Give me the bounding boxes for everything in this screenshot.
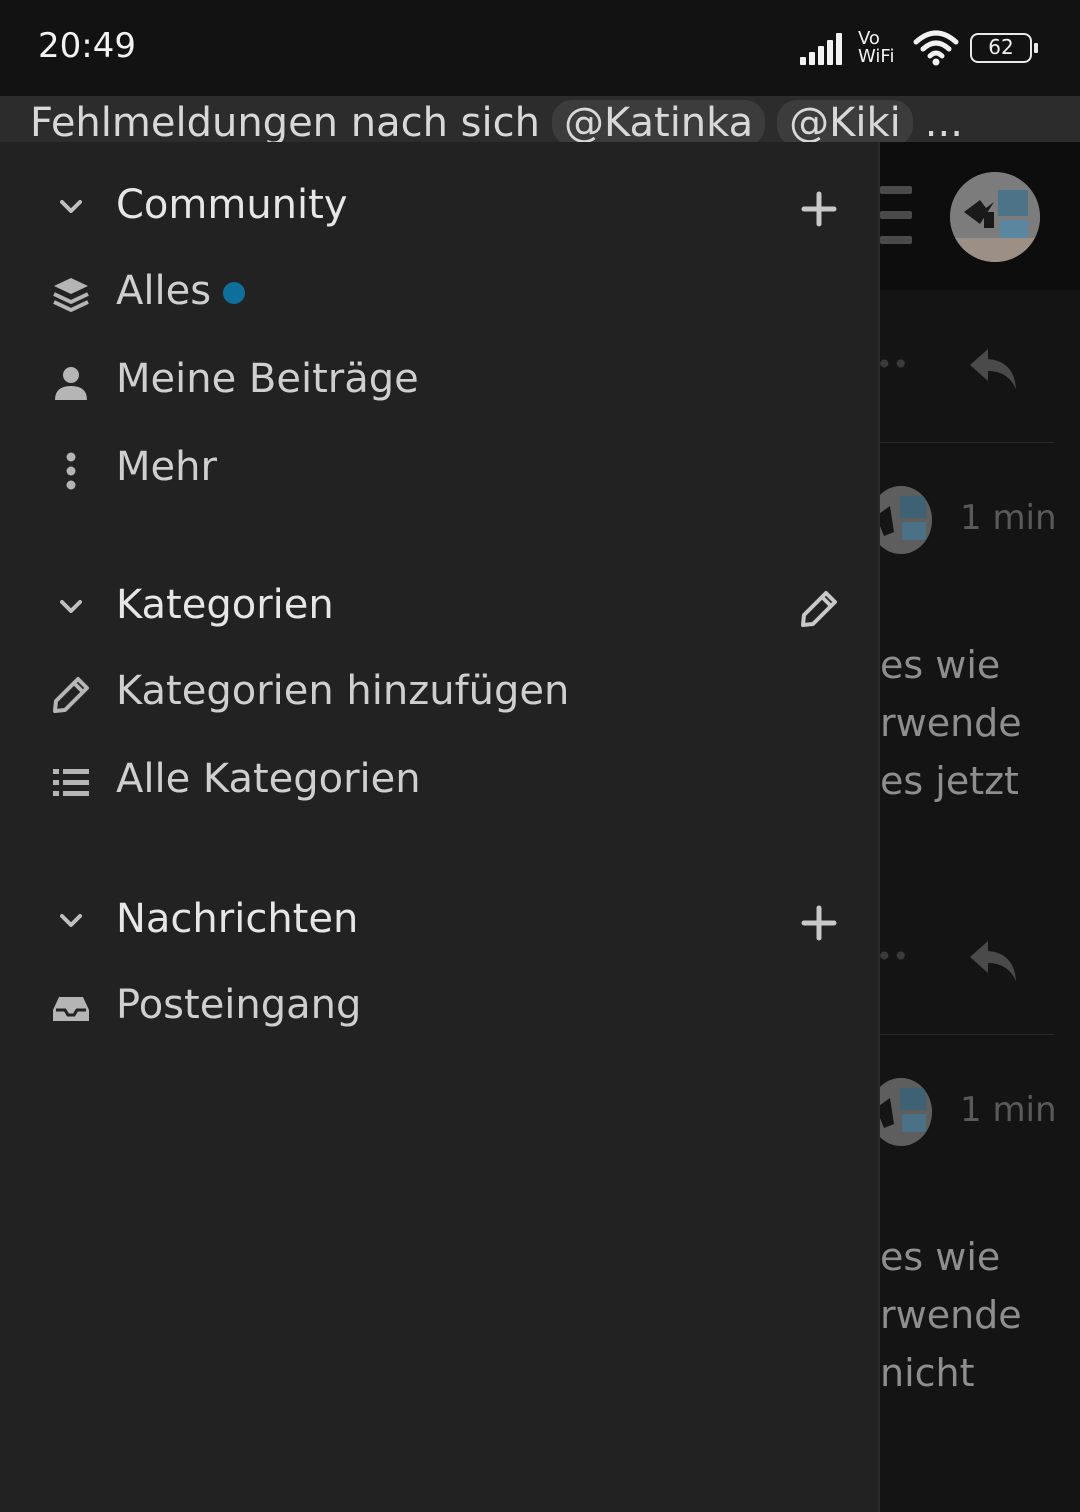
user-avatar[interactable] (950, 172, 1040, 262)
section-label: Community (116, 182, 348, 228)
status-icons: Vo WiFi 62 (798, 26, 1038, 70)
post-body: es wie rwende nicht (880, 1235, 1022, 1395)
status-bar: 20:49 Vo WiFi 62 (0, 0, 1080, 96)
plus-icon[interactable] (798, 902, 840, 944)
sidebar-drawer: Community Alles Meine Beiträge Mehr Kate… (0, 142, 880, 1512)
plus-icon[interactable] (798, 188, 840, 230)
more-vertical-icon (66, 452, 76, 490)
section-kategorien[interactable]: Kategorien (0, 568, 880, 648)
chevron-down-icon[interactable] (56, 906, 86, 936)
reply-icon[interactable] (966, 345, 1022, 393)
unread-indicator (223, 282, 246, 304)
section-label: Nachrichten (116, 896, 359, 942)
post-time: 1 min (960, 1090, 1057, 1130)
chevron-down-icon[interactable] (56, 192, 86, 222)
sidebar-item-alle-kategorien[interactable]: Alle Kategorien (0, 742, 880, 822)
sidebar-item-alles[interactable]: Alles (0, 254, 880, 334)
post-divider (880, 442, 1054, 443)
sidebar-item-label: Kategorien hinzufügen (116, 668, 570, 714)
post-time: 1 min (960, 498, 1057, 538)
chevron-down-icon[interactable] (56, 592, 86, 622)
sidebar-item-label: Alles (116, 268, 212, 314)
hamburger-menu-icon[interactable] (880, 186, 912, 244)
post-divider (880, 1034, 1054, 1035)
inbox-icon (53, 997, 89, 1021)
mention-chip[interactable]: @Katinka (551, 100, 766, 142)
sidebar-item-kategorien-hinzufuegen[interactable]: Kategorien hinzufügen (0, 654, 880, 734)
topic-title-strip: Fehlmeldungen nach sich @Katinka @Kiki .… (0, 96, 1080, 142)
battery-icon: 62 (970, 33, 1038, 63)
sidebar-item-posteingang[interactable]: Posteingang (0, 968, 880, 1048)
topic-title: Fehlmeldungen nach sich @Katinka @Kiki .… (30, 100, 963, 142)
mention-chip[interactable]: @Kiki (777, 100, 913, 142)
sidebar-item-label: Posteingang (116, 982, 362, 1028)
section-nachrichten[interactable]: Nachrichten (0, 882, 880, 962)
more-dots-icon[interactable]: •• (876, 348, 909, 381)
topic-title-text: Fehlmeldungen nach sich (30, 100, 540, 142)
section-label: Kategorien (116, 582, 334, 628)
wifi-icon (913, 30, 959, 66)
layers-icon (53, 278, 89, 312)
sidebar-item-label: Mehr (116, 444, 217, 490)
sidebar-item-mehr[interactable]: Mehr (0, 430, 880, 510)
section-community[interactable]: Community (0, 168, 880, 248)
sidebar-item-label: Meine Beiträge (116, 356, 419, 402)
user-icon (55, 367, 87, 400)
post-body: es wie rwende es jetzt (880, 643, 1022, 803)
signal-icon (800, 33, 842, 65)
list-icon (53, 769, 89, 796)
sidebar-item-label: Alle Kategorien (116, 756, 421, 802)
pencil-icon[interactable] (798, 588, 840, 630)
pencil-icon (53, 677, 89, 713)
title-ellipsis: ... (924, 100, 963, 142)
status-time: 20:49 (38, 26, 136, 66)
sidebar-item-meine-beitraege[interactable]: Meine Beiträge (0, 342, 880, 422)
vowifi-label: Vo WiFi (858, 28, 895, 67)
reply-icon[interactable] (966, 937, 1022, 985)
more-dots-icon[interactable]: •• (876, 940, 909, 973)
